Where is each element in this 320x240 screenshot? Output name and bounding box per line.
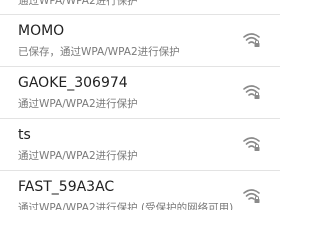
- wifi-locked-icon: [243, 188, 260, 204]
- network-status: 通过WPA/WPA2进行保护 (受保护的网络可用): [18, 202, 234, 210]
- network-status: 通过WPA/WPA2进行保护: [18, 150, 138, 162]
- wifi-locked-icon: [243, 32, 260, 48]
- network-item-ts[interactable]: ts 通过WPA/WPA2进行保护: [0, 119, 280, 170]
- network-ssid: GAOKE_306974: [18, 75, 128, 91]
- network-ssid: MOMO: [18, 23, 65, 39]
- wifi-locked-icon: [243, 136, 260, 152]
- network-item-gaoke[interactable]: GAOKE_306974 通过WPA/WPA2进行保护: [0, 67, 280, 118]
- network-status: 通过WPA/WPA2进行保护: [18, 98, 138, 110]
- network-item-momo[interactable]: MOMO 已保存，通过WPA/WPA2进行保护: [0, 15, 280, 66]
- wifi-locked-icon: [243, 84, 260, 100]
- wifi-network-list: 通过WPA/WPA2进行保护 MOMO 已保存，通过WPA/WPA2进行保护 G…: [0, 0, 280, 210]
- previous-network-status: 通过WPA/WPA2进行保护: [18, 0, 138, 7]
- network-ssid: ts: [18, 127, 31, 143]
- network-item-fast[interactable]: FAST_59A3AC 通过WPA/WPA2进行保护 (受保护的网络可用): [0, 171, 280, 210]
- network-status: 已保存，通过WPA/WPA2进行保护: [18, 46, 180, 58]
- network-ssid: FAST_59A3AC: [18, 179, 115, 195]
